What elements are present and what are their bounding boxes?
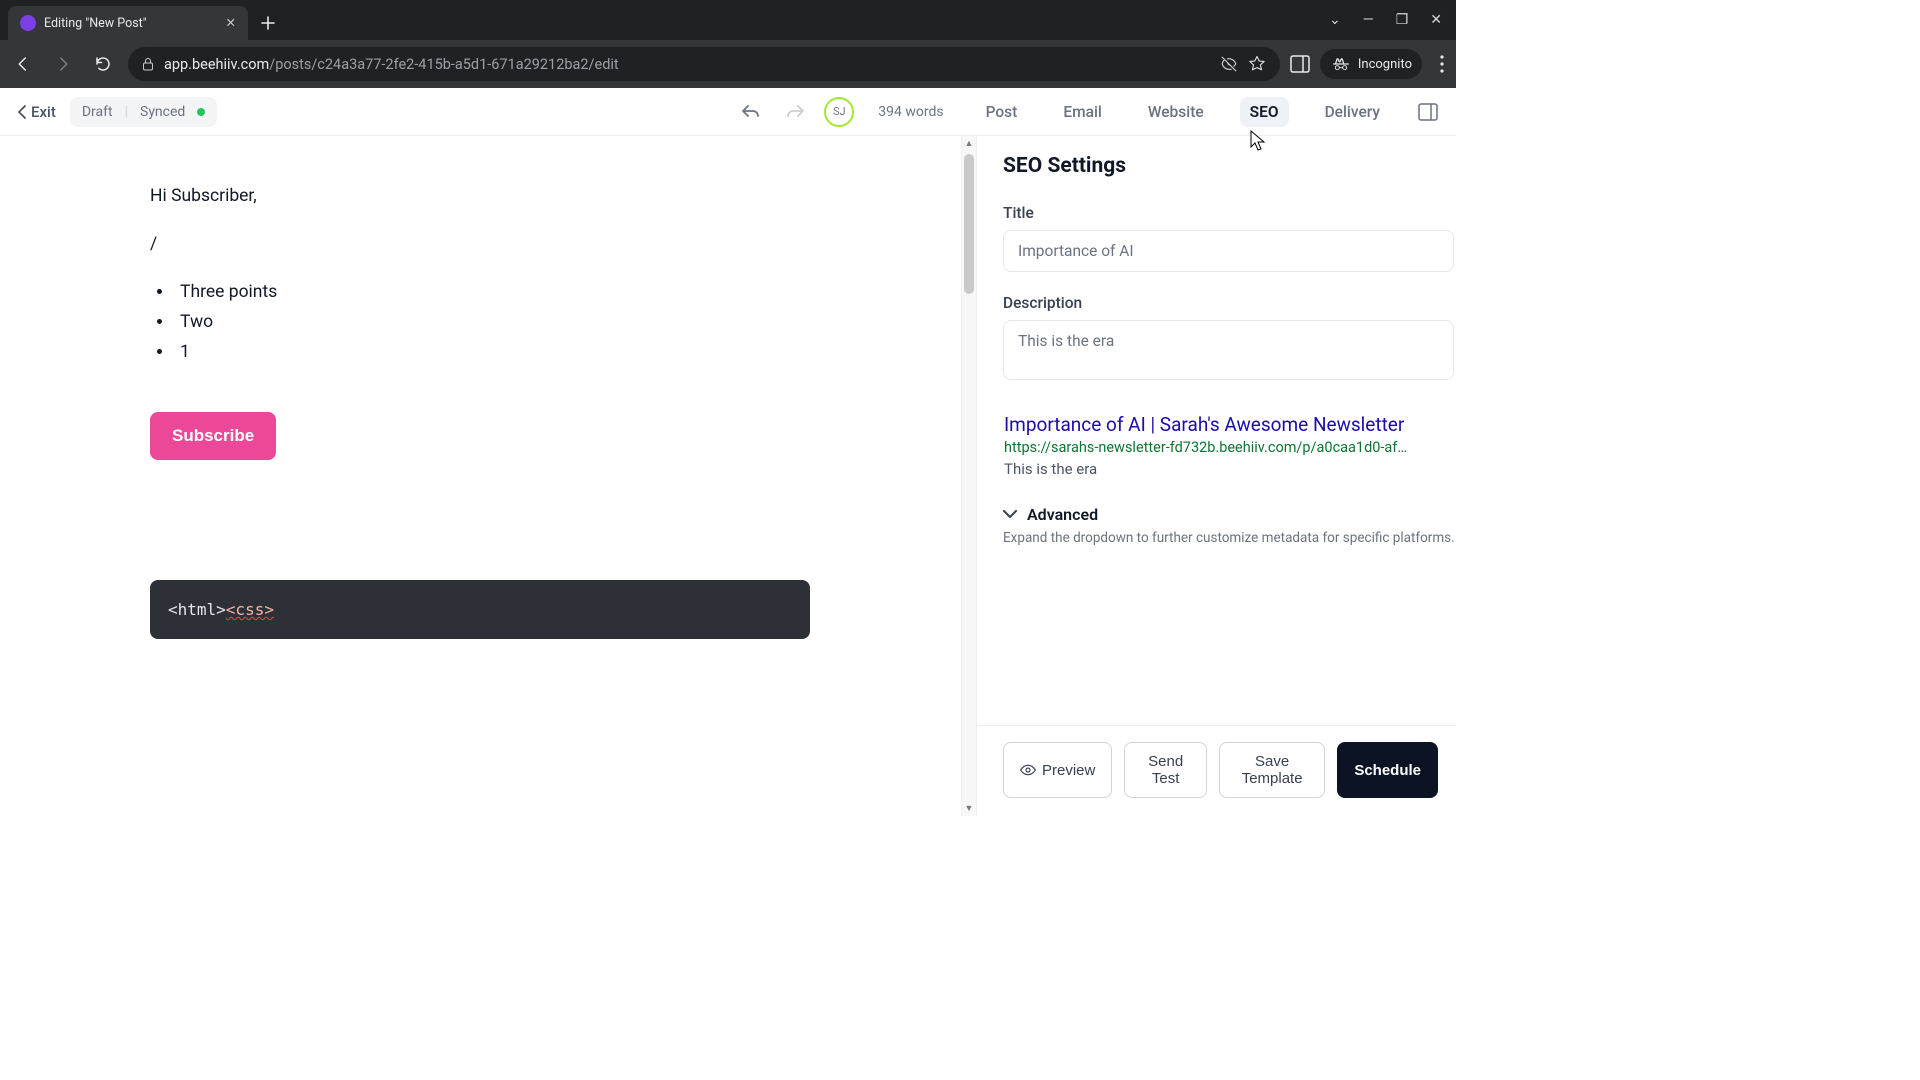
description-label: Description xyxy=(1003,294,1454,312)
seo-title-input[interactable] xyxy=(1003,230,1454,272)
preview-button[interactable]: Preview xyxy=(1003,742,1112,798)
status-pill: Draft | Synced xyxy=(70,97,217,127)
advanced-toggle[interactable]: Advanced xyxy=(1003,505,1456,524)
word-count: 394 words xyxy=(878,104,943,120)
tab-post[interactable]: Post xyxy=(976,97,1028,127)
code-token-css: <css> xyxy=(226,600,274,619)
forward-button[interactable] xyxy=(48,49,78,79)
list-item: Two xyxy=(174,312,836,332)
sync-dot-icon xyxy=(197,108,205,116)
status-draft: Draft xyxy=(82,104,113,120)
undo-button[interactable] xyxy=(736,97,766,127)
app-header: Exit Draft | Synced SJ 394 words Post Em… xyxy=(0,88,1456,136)
tab-website[interactable]: Website xyxy=(1138,97,1214,127)
preview-label: Preview xyxy=(1042,762,1095,779)
serp-title[interactable]: Importance of AI | Sarah's Awesome Newsl… xyxy=(1004,413,1451,436)
scroll-thumb[interactable] xyxy=(964,154,974,294)
tab-search-icon[interactable]: ⌄ xyxy=(1329,12,1341,28)
eye-off-icon[interactable] xyxy=(1220,55,1238,73)
title-label: Title xyxy=(1003,204,1454,222)
exit-button[interactable]: Exit xyxy=(18,103,56,121)
avatar[interactable]: SJ xyxy=(824,97,854,127)
serp-description: This is the era xyxy=(1004,460,1451,478)
subscribe-button[interactable]: Subscribe xyxy=(150,412,276,460)
lock-icon xyxy=(142,57,154,71)
close-window-icon[interactable]: ✕ xyxy=(1430,12,1442,28)
editor-area: Hi Subscriber, / Three points Two 1 Subs… xyxy=(0,136,976,816)
serp-url: https://sarahs-newsletter-fd732b.beehiiv… xyxy=(1004,439,1451,456)
chevron-left-icon xyxy=(18,105,27,119)
status-sync: Synced xyxy=(140,104,185,120)
redo-button[interactable] xyxy=(780,97,810,127)
slash-command: / xyxy=(150,234,836,254)
url-domain: app.beehiiv.com xyxy=(164,56,269,73)
browser-toolbar: app.beehiiv.com/posts/c24a3a77-2fe2-415b… xyxy=(0,40,1456,88)
seo-panel: SEO Settings Title Description This is t… xyxy=(976,136,1456,816)
window-controls: ⌄ — ❐ ✕ xyxy=(1329,0,1456,40)
serp-preview: Importance of AI | Sarah's Awesome Newsl… xyxy=(1003,406,1456,485)
editor-canvas[interactable]: Hi Subscriber, / Three points Two 1 Subs… xyxy=(0,136,976,816)
incognito-badge[interactable]: Incognito xyxy=(1320,49,1422,79)
save-template-button[interactable]: Save Template xyxy=(1219,742,1325,798)
seo-description-input[interactable]: This is the era xyxy=(1003,320,1454,380)
send-test-button[interactable]: Send Test xyxy=(1124,742,1207,798)
site-favicon-icon xyxy=(20,15,36,31)
tab-seo[interactable]: SEO xyxy=(1240,97,1289,127)
url-text: app.beehiiv.com/posts/c24a3a77-2fe2-415b… xyxy=(164,56,1210,73)
browser-menu-icon[interactable] xyxy=(1440,55,1444,73)
browser-tab[interactable]: Editing "New Post" ✕ xyxy=(8,6,248,40)
advanced-label: Advanced xyxy=(1027,505,1098,524)
panel-heading: SEO Settings xyxy=(1003,154,1456,178)
address-bar[interactable]: app.beehiiv.com/posts/c24a3a77-2fe2-415b… xyxy=(128,47,1280,81)
minimize-icon[interactable]: — xyxy=(1363,12,1374,28)
close-tab-icon[interactable]: ✕ xyxy=(226,15,236,31)
incognito-label: Incognito xyxy=(1358,57,1412,72)
incognito-icon xyxy=(1330,53,1352,75)
advanced-description: Expand the dropdown to further customize… xyxy=(1003,530,1456,546)
schedule-button[interactable]: Schedule xyxy=(1337,742,1438,798)
editor-scrollbar[interactable]: ▲ ▼ xyxy=(961,136,976,816)
url-path: /posts/c24a3a77-2fe2-415b-a5d1-671a29212… xyxy=(269,56,618,73)
tab-email[interactable]: Email xyxy=(1053,97,1112,127)
greeting-text: Hi Subscriber, xyxy=(150,186,836,206)
maximize-icon[interactable]: ❐ xyxy=(1396,12,1409,28)
separator: | xyxy=(125,104,128,120)
scroll-up-icon[interactable]: ▲ xyxy=(962,138,976,149)
collapse-panel-icon[interactable] xyxy=(1418,103,1438,121)
avatar-initials: SJ xyxy=(833,105,846,118)
code-token-html: <html> xyxy=(168,600,226,619)
new-tab-button[interactable] xyxy=(254,9,282,37)
list-item: Three points xyxy=(174,282,836,302)
reload-button[interactable] xyxy=(88,49,118,79)
scroll-down-icon[interactable]: ▼ xyxy=(962,803,976,814)
tab-title: Editing "New Post" xyxy=(44,16,147,31)
browser-titlebar: Editing "New Post" ✕ ⌄ — ❐ ✕ xyxy=(0,0,1456,40)
exit-label: Exit xyxy=(31,103,56,121)
side-panel-icon[interactable] xyxy=(1290,55,1310,73)
footer-actions: Preview Send Test Save Template Schedule xyxy=(977,725,1456,816)
bookmark-star-icon[interactable] xyxy=(1248,55,1266,73)
eye-icon xyxy=(1020,763,1036,777)
list-item: 1 xyxy=(174,342,836,362)
tab-delivery[interactable]: Delivery xyxy=(1315,97,1390,127)
code-block[interactable]: <html><css> xyxy=(150,580,810,639)
settings-tabs: Post Email Website SEO Delivery xyxy=(976,97,1390,127)
chevron-down-icon xyxy=(1003,510,1017,520)
back-button[interactable] xyxy=(8,49,38,79)
bullet-list: Three points Two 1 xyxy=(174,282,836,362)
